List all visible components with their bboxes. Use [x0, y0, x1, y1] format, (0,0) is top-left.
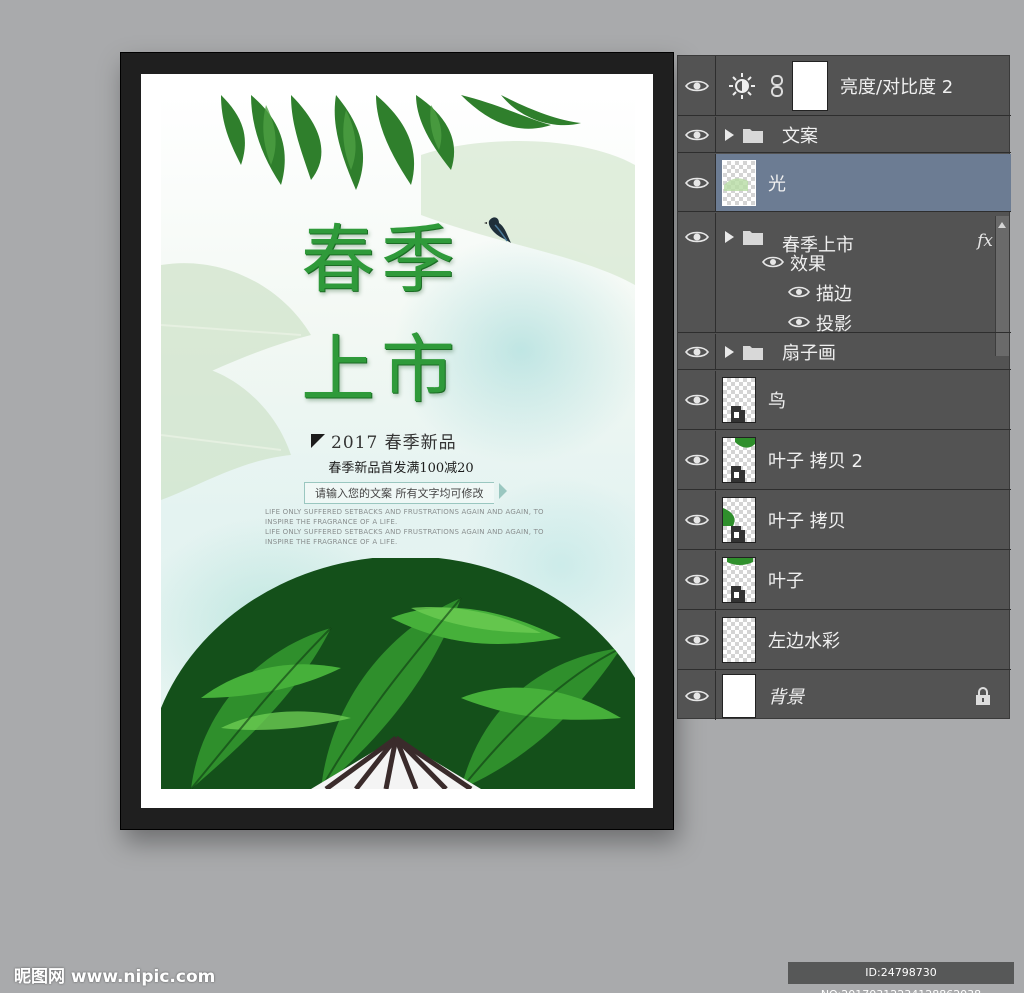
layer-leaves-copy-2[interactable]: 叶子 拷贝 2 [678, 431, 1011, 490]
poster-promo: 春季新品首发满100减20 [328, 461, 474, 476]
poster: 春季 上市 2017 春季新品 春季新品首发满100减20 请输入您的文案 所有… [161, 95, 635, 789]
visibility-eye-icon[interactable] [685, 512, 709, 528]
layer-name: 叶子 [768, 571, 804, 592]
expand-arrow-icon[interactable] [725, 231, 734, 243]
layer-name: 叶子 拷贝 [768, 511, 846, 532]
layer-thumbnail[interactable] [722, 557, 756, 603]
layer-name: 左边水彩 [768, 631, 840, 652]
layer-thumbnail[interactable] [722, 377, 756, 423]
layer-leaves[interactable]: 叶子 [678, 551, 1011, 610]
effect-drop-shadow-label: 投影 [816, 314, 852, 335]
poster-subtitle: 2017 春季新品 [331, 433, 457, 453]
visibility-eye-icon[interactable] [685, 127, 709, 143]
visibility-eye-icon[interactable] [685, 572, 709, 588]
bird-illustration [484, 217, 511, 243]
poster-tagline: 请输入您的文案 所有文字均可修改 [304, 482, 494, 504]
expand-arrow-icon[interactable] [725, 345, 734, 358]
layer-thumbnail[interactable] [722, 497, 756, 543]
layer-name: 光 [768, 173, 786, 195]
layer-thumbnail[interactable] [722, 673, 756, 718]
layer-bird[interactable]: 鸟 [678, 371, 1011, 430]
visibility-eye-icon[interactable] [685, 688, 709, 704]
layer-light[interactable]: 光 [678, 154, 1011, 212]
visibility-eye-icon[interactable] [685, 632, 709, 648]
visibility-eye-icon[interactable] [685, 229, 709, 245]
image-id-watermark: ID:24798730 NO:20170312234128862038 [788, 962, 1014, 993]
layer-brightness-contrast[interactable]: 亮度/对比度 2 [678, 56, 1011, 116]
layer-background[interactable]: 背景 [678, 671, 1011, 720]
folder-icon [743, 345, 763, 360]
layer-thumbnail[interactable] [722, 159, 756, 206]
layer-name: 背景 [768, 686, 804, 708]
layers-panel: 亮度/对比度 2 文案 光 春季上市 fx 效果 描边 投影 扇子画 鸟 叶子 … [677, 55, 1011, 720]
visibility-eye-icon[interactable] [762, 255, 784, 269]
layer-name: 亮度/对比度 2 [840, 76, 954, 98]
effect-drop-shadow-row[interactable]: 投影 [716, 307, 1011, 337]
poster-title-line2: 上市 [301, 327, 461, 413]
layer-left-watercolor[interactable]: 左边水彩 [678, 611, 1011, 670]
link-chain-icon[interactable] [770, 74, 784, 97]
tagline-arrow-icon [499, 483, 507, 499]
folder-icon [743, 231, 763, 245]
picture-frame: 春季 上市 2017 春季新品 春季新品首发满100减20 请输入您的文案 所有… [120, 52, 674, 830]
visibility-eye-icon[interactable] [685, 78, 709, 94]
lock-icon[interactable] [975, 686, 991, 706]
layer-leaves-copy[interactable]: 叶子 拷贝 [678, 491, 1011, 550]
poster-subtitle-row: 2017 春季新品 [311, 428, 457, 453]
brightness-contrast-icon [729, 72, 755, 99]
layer-name: 扇子画 [782, 342, 836, 364]
layer-name: 文案 [782, 125, 818, 147]
poster-fine-print: LIFE ONLY SUFFERED SETBACKS AND FRUSTRAT… [265, 508, 544, 526]
layer-mask-thumbnail[interactable] [792, 60, 828, 111]
layer-thumbnail[interactable] [722, 437, 756, 483]
layer-group-copy[interactable]: 文案 [678, 117, 1011, 153]
visibility-eye-icon[interactable] [685, 452, 709, 468]
effect-stroke-label: 描边 [816, 284, 852, 305]
triangle-marker-icon [311, 433, 325, 448]
layer-group-spring-launch[interactable]: 春季上市 fx 效果 描边 投影 [678, 213, 1011, 335]
visibility-eye-icon[interactable] [685, 392, 709, 408]
effects-label: 效果 [790, 254, 826, 275]
expand-arrow-icon[interactable] [725, 128, 734, 141]
leaf-fan-illustration [161, 558, 635, 789]
layer-thumbnail[interactable] [722, 617, 756, 663]
frame-mat: 春季 上市 2017 春季新品 春季新品首发满100减20 请输入您的文案 所有… [141, 74, 653, 808]
effect-stroke-row[interactable]: 描边 [716, 277, 1011, 307]
visibility-eye-icon[interactable] [788, 285, 810, 299]
effects-row[interactable]: 效果 [716, 247, 1011, 277]
visibility-eye-icon[interactable] [788, 315, 810, 329]
layer-name: 鸟 [768, 391, 786, 412]
visibility-eye-icon[interactable] [685, 344, 709, 360]
poster-title-line1: 春季 [301, 217, 461, 303]
folder-icon [743, 128, 763, 143]
layer-name: 叶子 拷贝 2 [768, 451, 863, 472]
poster-fine-print: LIFE ONLY SUFFERED SETBACKS AND FRUSTRAT… [265, 528, 544, 546]
visibility-eye-icon[interactable] [685, 175, 709, 191]
layer-group-fan-painting[interactable]: 扇子画 [678, 334, 1011, 370]
site-watermark: 昵图网 www.nipic.com [14, 967, 216, 987]
